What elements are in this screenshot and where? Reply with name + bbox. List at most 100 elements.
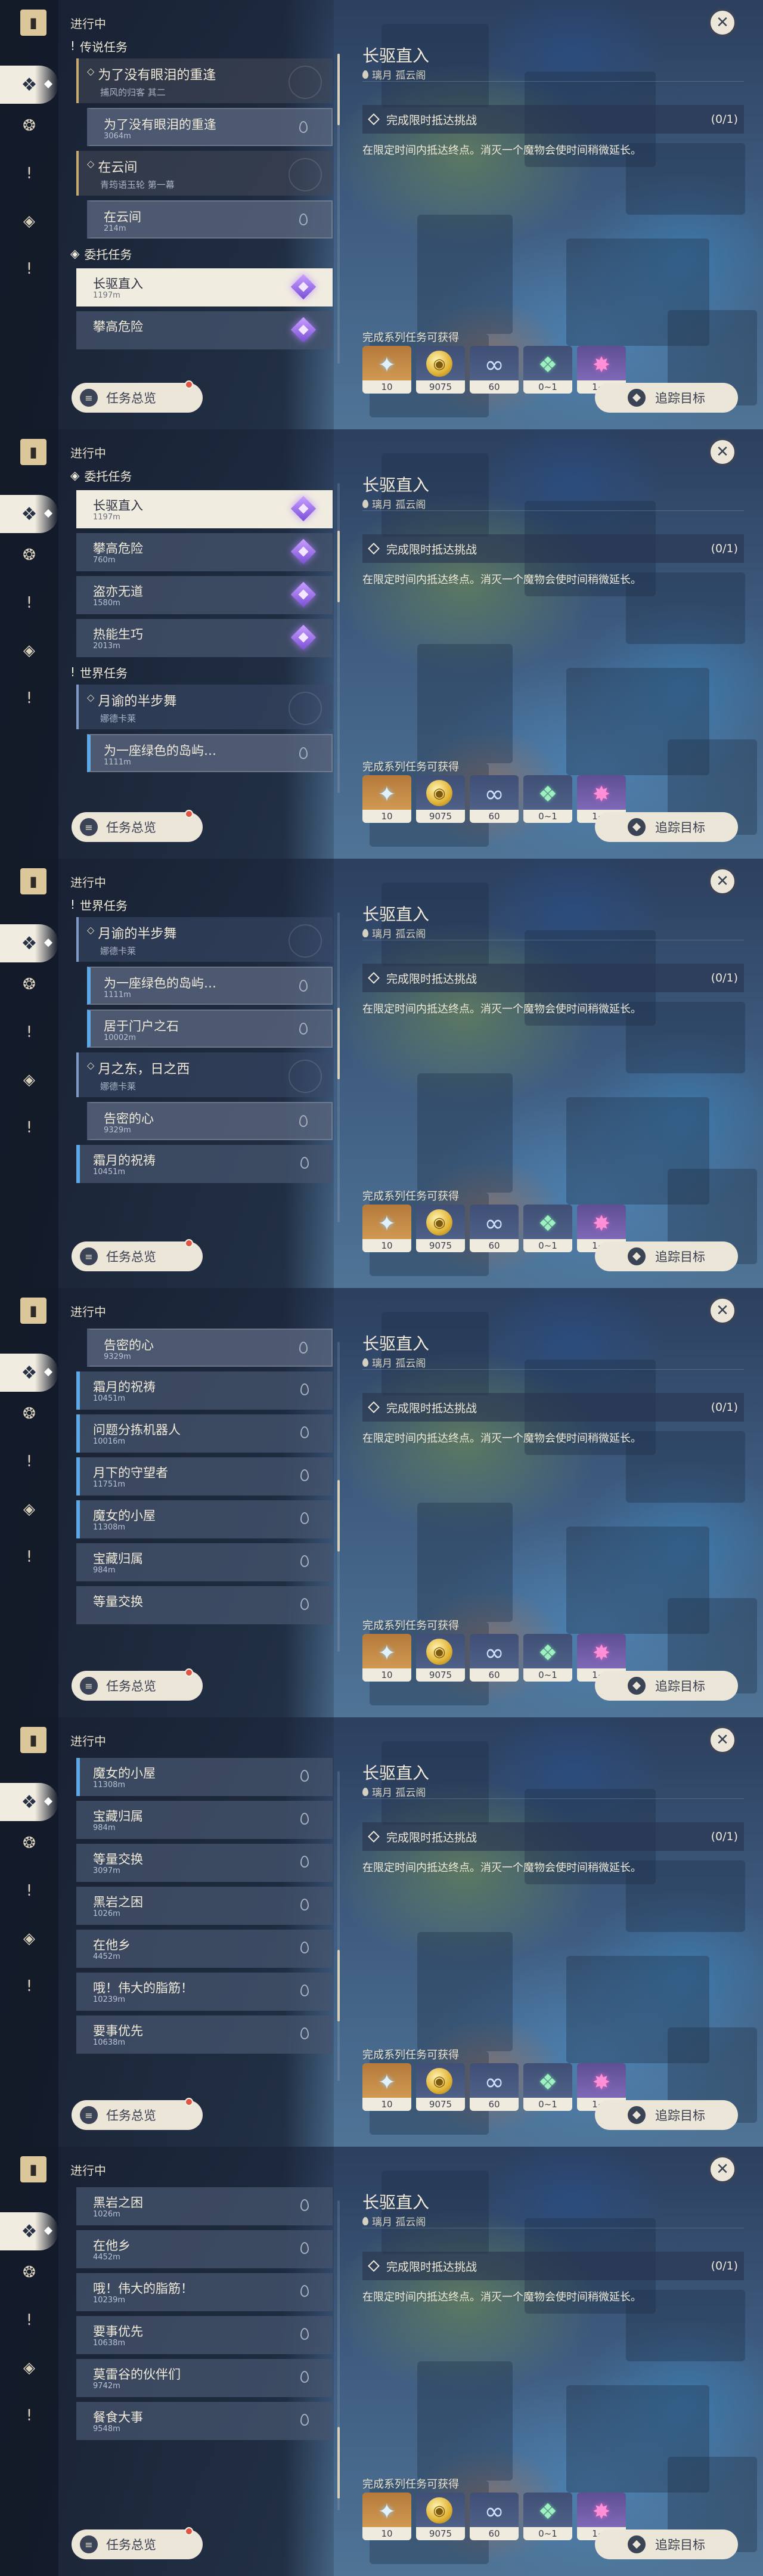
quest-group[interactable]: ◇ 月谕的半步舞 娜德卡莱: [76, 685, 333, 729]
reward-item[interactable]: ❖ 0~1: [523, 2493, 572, 2540]
rail-tab-archon-quests[interactable]: ❂: [17, 113, 42, 138]
rail-tab-daily-quests[interactable]: !: [17, 1544, 42, 1569]
reward-item[interactable]: ✦ 10: [362, 2493, 411, 2540]
list-scrollbar[interactable]: [337, 912, 340, 1222]
close-button[interactable]: ✕: [708, 2155, 737, 2184]
reward-item[interactable]: ◉ 9075: [416, 775, 465, 823]
track-objective-button[interactable]: 追踪目标: [595, 812, 738, 842]
list-scrollbar[interactable]: [337, 54, 340, 364]
rail-tab-daily-quests[interactable]: !: [17, 2403, 42, 2428]
reward-item[interactable]: ∞ 60: [470, 2493, 519, 2540]
rail-tab-daily-quests[interactable]: !: [17, 256, 42, 281]
rail-tab-story-quests[interactable]: !: [17, 590, 42, 615]
quest-book-icon[interactable]: ▮: [20, 1727, 46, 1753]
quest-list-item[interactable]: 等量交换: [76, 1586, 333, 1624]
quest-list-item[interactable]: 魔女的小屋 11308m: [76, 1500, 333, 1538]
list-scrollbar[interactable]: [337, 2200, 340, 2510]
quest-list-item[interactable]: 盗亦无道 1580m: [76, 576, 333, 614]
quest-list-item[interactable]: 要事优先 10638m: [76, 2316, 333, 2354]
reward-item[interactable]: ✦ 10: [362, 346, 411, 394]
quest-list[interactable]: 告密的心 9329m 霜月的祝祷 10451m 问题分拣机器人 10016m 月下的守望者 1…: [64, 1324, 339, 1668]
reward-item[interactable]: ◉ 9075: [416, 1634, 465, 1682]
rail-tab-world-quests[interactable]: ◈: [17, 1067, 42, 1092]
quest-list-item[interactable]: 在云间 214m: [87, 200, 333, 239]
quest-list-item[interactable]: 要事优先 10638m: [76, 2015, 333, 2054]
reward-item[interactable]: ✦ 10: [362, 775, 411, 823]
quest-list-item[interactable]: 攀高危险 760m: [76, 533, 333, 571]
reward-item[interactable]: ∞ 60: [470, 1634, 519, 1682]
quest-list-item[interactable]: 居于门户之石 10002m: [87, 1010, 333, 1048]
scrollbar-thumb[interactable]: [337, 1480, 340, 1552]
quest-list-item[interactable]: 告密的心 9329m: [87, 1329, 333, 1367]
quest-list-item[interactable]: 攀高危险: [76, 311, 333, 349]
track-objective-button[interactable]: 追踪目标: [595, 2529, 738, 2559]
quest-book-icon[interactable]: ▮: [20, 868, 46, 894]
quest-book-icon[interactable]: ▮: [20, 10, 46, 36]
quest-list-item[interactable]: 月下的守望者 11751m: [76, 1457, 333, 1496]
quest-list-item[interactable]: 问题分拣机器人 10016m: [76, 1414, 333, 1453]
track-objective-button[interactable]: 追踪目标: [595, 2100, 738, 2130]
track-objective-button[interactable]: 追踪目标: [595, 383, 738, 413]
reward-item[interactable]: ❖ 0~1: [523, 1634, 572, 1682]
quest-list-item[interactable]: 哦！伟大的脂筋！ 10239m: [76, 1973, 333, 2011]
quest-overview-button[interactable]: ≡ 任务总览: [72, 380, 203, 413]
reward-item[interactable]: ✦ 10: [362, 2063, 411, 2111]
quest-group[interactable]: ◇ 月谕的半步舞 娜德卡莱: [76, 917, 333, 962]
rail-tab-all-quests[interactable]: ❖: [0, 2212, 58, 2250]
quest-list-item[interactable]: 为了没有眼泪的重逢 3064m: [87, 108, 333, 146]
rail-tab-archon-quests[interactable]: ❂: [17, 1401, 42, 1426]
close-button[interactable]: ✕: [708, 1296, 737, 1325]
quest-list-item[interactable]: 黑岩之困 1026m: [76, 1887, 333, 1925]
quest-overview-button[interactable]: ≡ 任务总览: [72, 1668, 203, 1701]
quest-overview-button[interactable]: ≡ 任务总览: [72, 2527, 203, 2559]
list-scrollbar[interactable]: [337, 1342, 340, 1652]
quest-overview-button[interactable]: ≡ 任务总览: [72, 810, 203, 842]
quest-list[interactable]: ! 传说任务 ◇ 为了没有眼泪的重逢 捕风的归客 其二 为了没有眼泪的重逢 3064m ◇ 在云…: [64, 36, 339, 380]
quest-list[interactable]: ! 世界任务 ◇ 月谕的半步舞 娜德卡莱 为一座绿色的岛屿… 1111m 居于门户之石 1000…: [64, 894, 339, 1239]
quest-list-item[interactable]: 为一座绿色的岛屿… 1111m: [87, 967, 333, 1005]
quest-list[interactable]: 黑岩之困 1026m 在他乡 4452m 哦！伟大的脂筋！ 10239m 要事优先 10638…: [64, 2182, 339, 2527]
quest-list-item[interactable]: 热能生巧 2013m: [76, 619, 333, 657]
rail-tab-all-quests[interactable]: ❖: [0, 495, 58, 533]
quest-group[interactable]: ◇ 在云间 青筠语玉轮 第一幕: [76, 151, 333, 196]
scrollbar-thumb[interactable]: [337, 2427, 340, 2498]
quest-list-item[interactable]: 霜月的祝祷 10451m: [76, 1145, 333, 1183]
close-button[interactable]: ✕: [708, 438, 737, 466]
quest-list-item[interactable]: 等量交换 3097m: [76, 1844, 333, 1882]
rail-tab-archon-quests[interactable]: ❂: [17, 972, 42, 997]
quest-overview-button[interactable]: ≡ 任务总览: [72, 2098, 203, 2130]
close-button[interactable]: ✕: [708, 867, 737, 896]
rail-tab-all-quests[interactable]: ❖: [0, 1354, 58, 1392]
rail-tab-world-quests[interactable]: ◈: [17, 638, 42, 663]
scrollbar-thumb[interactable]: [337, 1950, 340, 2021]
track-objective-button[interactable]: 追踪目标: [595, 1671, 738, 1701]
scrollbar-thumb[interactable]: [337, 531, 340, 602]
rail-tab-story-quests[interactable]: !: [17, 1020, 42, 1045]
quest-list[interactable]: 魔女的小屋 11308m 宝藏归属 984m 等量交换 3097m 黑岩之困 1026m 在他乡…: [64, 1753, 339, 2098]
rail-tab-archon-quests[interactable]: ❂: [17, 2260, 42, 2285]
quest-list-item[interactable]: 告密的心 9329m: [87, 1102, 333, 1140]
reward-item[interactable]: ✦ 10: [362, 1205, 411, 1252]
reward-item[interactable]: ◉ 9075: [416, 2063, 465, 2111]
scrollbar-thumb[interactable]: [337, 54, 340, 125]
quest-list-item[interactable]: 长驱直入 1197m: [76, 490, 333, 528]
quest-list-item[interactable]: 为一座绿色的岛屿… 1111m: [87, 734, 333, 772]
quest-list[interactable]: ◈ 委托任务 长驱直入 1197m 攀高危险 760m 盗亦无道 1580m 热能生巧 2013m…: [64, 465, 339, 810]
quest-book-icon[interactable]: ▮: [20, 1298, 46, 1324]
reward-item[interactable]: ✦ 10: [362, 1634, 411, 1682]
rail-tab-daily-quests[interactable]: !: [17, 1115, 42, 1140]
quest-overview-button[interactable]: ≡ 任务总览: [72, 1239, 203, 1271]
reward-item[interactable]: ∞ 60: [470, 346, 519, 394]
rail-tab-story-quests[interactable]: !: [17, 161, 42, 186]
rail-tab-all-quests[interactable]: ❖: [0, 1783, 58, 1821]
quest-list-item[interactable]: 哦！伟大的脂筋！ 10239m: [76, 2273, 333, 2311]
rail-tab-all-quests[interactable]: ❖: [0, 66, 58, 104]
quest-book-icon[interactable]: ▮: [20, 2156, 46, 2182]
quest-list-item[interactable]: 宝藏归属 984m: [76, 1543, 333, 1581]
rail-tab-world-quests[interactable]: ◈: [17, 209, 42, 234]
rail-tab-story-quests[interactable]: !: [17, 1878, 42, 1903]
rail-tab-world-quests[interactable]: ◈: [17, 2355, 42, 2380]
reward-item[interactable]: ◉ 9075: [416, 346, 465, 394]
scrollbar-thumb[interactable]: [337, 1008, 340, 1079]
reward-item[interactable]: ∞ 60: [470, 775, 519, 823]
